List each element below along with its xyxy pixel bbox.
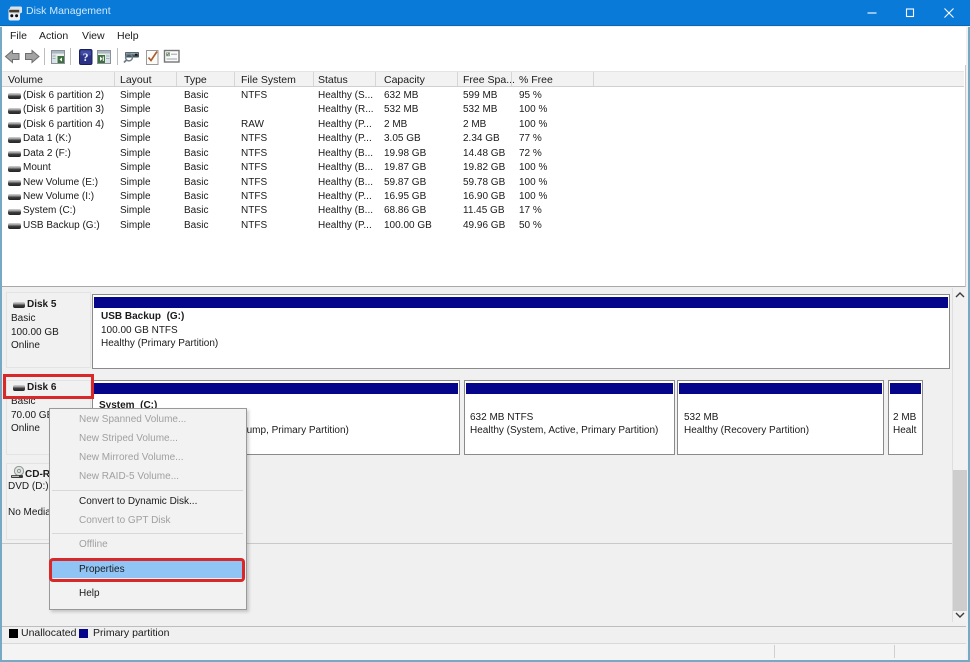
- svg-text:?: ?: [83, 52, 89, 64]
